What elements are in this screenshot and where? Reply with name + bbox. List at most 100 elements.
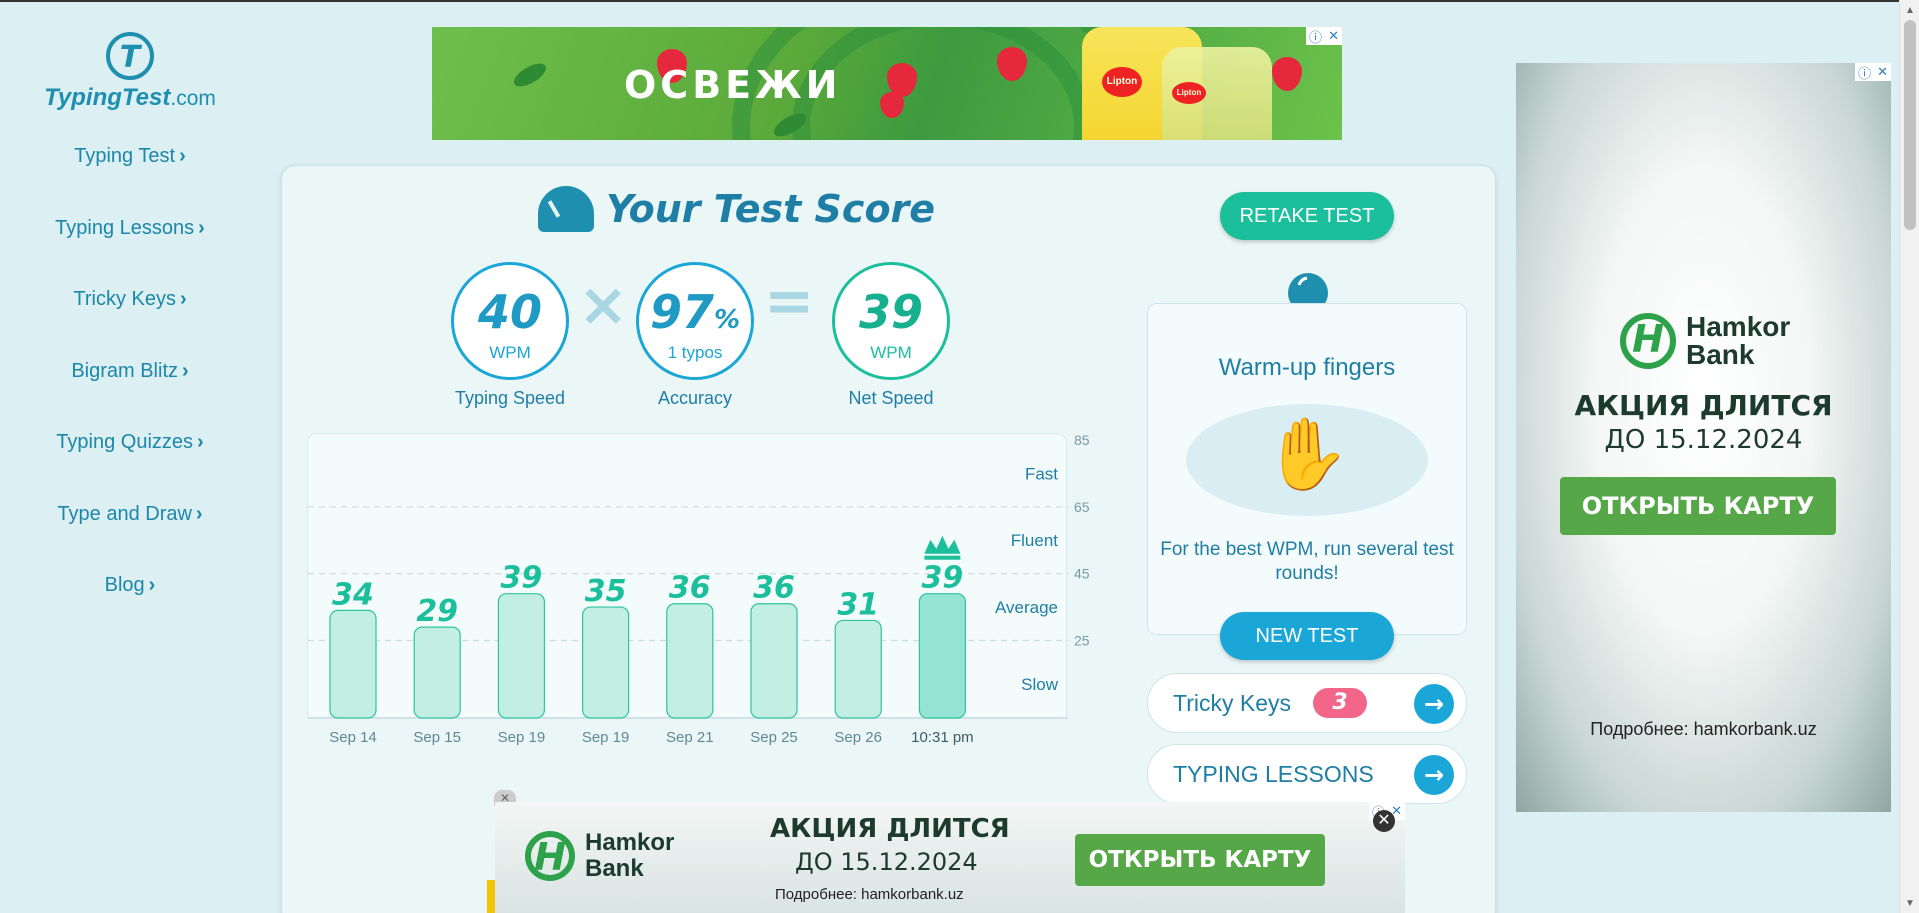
- retake-test-button[interactable]: RETAKE TEST: [1220, 192, 1394, 240]
- scroll-up-icon[interactable]: ▲: [1900, 2, 1919, 20]
- scroll-down-icon[interactable]: ▼: [1900, 895, 1919, 913]
- arrow-right-icon[interactable]: →: [1414, 755, 1454, 795]
- accuracy-label: Accuracy: [657, 388, 733, 408]
- ad-more-link[interactable]: Подробнее: hamkorbank.uz: [775, 886, 964, 903]
- bar-value-label: 29: [416, 594, 458, 629]
- nav-item-blog[interactable]: Blog ›: [20, 574, 240, 646]
- nav-item-typing-quizzes[interactable]: Typing Quizzes ›: [20, 431, 240, 503]
- strawberry-image: [1272, 57, 1302, 91]
- chevron-right-icon: ›: [198, 216, 205, 239]
- chevron-right-icon: ›: [195, 502, 203, 525]
- bar-value-label: 34: [332, 577, 374, 612]
- speedometer-icon: [538, 186, 594, 232]
- close-ad-icon[interactable]: ✕: [1373, 810, 1395, 832]
- logo-text: TypingTest.com: [44, 84, 216, 111]
- y-tick-label: 25: [1074, 632, 1090, 648]
- chart-bar: [666, 603, 714, 719]
- equals-icon: =: [764, 266, 815, 336]
- tip-text: For the best WPM, run several test round…: [1160, 539, 1454, 584]
- scrollbar-thumb[interactable]: [1904, 20, 1916, 230]
- logo-icon: T: [106, 32, 154, 80]
- chart-bar: [834, 619, 882, 719]
- ad-promo-date: ДО 15.12.2024: [1604, 425, 1803, 455]
- y-tick-label: 85: [1074, 434, 1090, 448]
- bar-value-label: 39: [501, 561, 543, 596]
- bar-value-label: 31: [837, 587, 879, 622]
- bank-logo-icon: [525, 831, 575, 881]
- zone-label: Fluent: [1011, 531, 1059, 550]
- sidebar-nav: Typing Test › Typing Lessons › Tricky Keys…: [20, 145, 240, 646]
- net-speed-label: Net Speed: [848, 388, 934, 408]
- tip-panel: Warm-up fingers ✋ For the best WPM, run …: [1147, 303, 1467, 635]
- chart-bar: [750, 603, 798, 719]
- chevron-right-icon: ›: [179, 288, 187, 310]
- bank-logo: HamkorBank: [525, 830, 674, 882]
- tricky-keys-link[interactable]: Tricky Keys 3 →: [1147, 673, 1467, 733]
- crown-base: [924, 555, 961, 560]
- ad-more-link[interactable]: Подробнее: hamkorbank.uz: [1516, 719, 1891, 740]
- typing-lessons-link[interactable]: TYPING LESSONS →: [1147, 744, 1467, 804]
- x-tick-label: Sep 25: [750, 729, 798, 746]
- x-tick-label: Sep 14: [329, 729, 377, 746]
- ad-banner-bottom[interactable]: HamkorBank АКЦИЯ ДЛИТСЯ ДО 15.12.2024 По…: [495, 802, 1405, 913]
- y-tick-label: 45: [1074, 566, 1090, 582]
- arrow-right-icon[interactable]: →: [1414, 684, 1454, 724]
- bar-value-label: 36: [669, 571, 711, 606]
- chart-bar: [918, 593, 967, 719]
- open-card-button[interactable]: ОТКРЫТЬ КАРТУ: [1560, 477, 1836, 535]
- ad-banner-right[interactable]: ⓘ✕ HamkorBank АКЦИЯ ДЛИТСЯ ДО 15.12.2024…: [1516, 63, 1891, 812]
- x-tick-label: Sep 21: [666, 729, 714, 746]
- ad-choices[interactable]: ⓘ✕: [1306, 27, 1342, 45]
- site-logo[interactable]: T TypingTest.com: [40, 32, 220, 112]
- zone-label: Slow: [1021, 675, 1059, 694]
- bank-logo-icon: [1620, 313, 1676, 369]
- bar-value-label: 39: [922, 561, 964, 596]
- zone-label: Fast: [1025, 464, 1058, 483]
- ad-headline: ОСВЕЖИ: [624, 63, 842, 107]
- bar-value-label: 35: [585, 574, 627, 609]
- y-tick-label: 65: [1074, 499, 1090, 515]
- ad-promo-date: ДО 15.12.2024: [795, 848, 978, 876]
- nav-item-typing-lessons[interactable]: Typing Lessons ›: [20, 217, 240, 289]
- wpm-history-chart: 25 45 65 85 Slow Average Fluent Fast 34 Sep 14 29 S…: [307, 433, 1090, 746]
- new-test-button[interactable]: NEW TEST: [1220, 612, 1394, 660]
- nav-item-type-and-draw[interactable]: Type and Draw ›: [20, 503, 240, 575]
- chart-bar: [497, 593, 545, 719]
- chevron-right-icon: ›: [179, 145, 186, 167]
- chart-bar: [329, 609, 377, 719]
- close-icon[interactable]: ✕: [1877, 64, 1888, 80]
- x-tick-label: Sep 15: [413, 729, 461, 746]
- x-tick-label: Sep 19: [582, 729, 630, 746]
- brand-logo: Lipton: [1172, 82, 1206, 104]
- leaf-image: [510, 59, 550, 91]
- tip-title: Warm-up fingers: [1218, 354, 1396, 381]
- open-card-button[interactable]: ОТКРЫТЬ КАРТУ: [1075, 834, 1325, 886]
- bank-logo: HamkorBank: [1620, 313, 1790, 369]
- tricky-keys-count-badge: 3: [1313, 688, 1367, 718]
- ad-promo-headline: АКЦИЯ ДЛИТСЯ: [770, 814, 1010, 844]
- multiply-icon: ×: [578, 270, 629, 340]
- ad-choices[interactable]: ⓘ✕: [1855, 63, 1891, 81]
- hand-sparkle-icon: ✋: [1186, 404, 1428, 516]
- nav-item-typing-test[interactable]: Typing Test ›: [20, 145, 240, 217]
- chevron-right-icon: ›: [197, 431, 204, 453]
- chevron-right-icon: ›: [148, 574, 156, 596]
- ad-promo-headline: АКЦИЯ ДЛИТСЯ: [1574, 389, 1833, 422]
- chart-bar: [413, 626, 461, 719]
- page-scrollbar[interactable]: ▲ ▼: [1899, 0, 1919, 913]
- accuracy-circle: 97% 1 typos: [636, 262, 754, 380]
- crown-icon: [924, 535, 961, 554]
- typing-speed-label: Typing Speed: [454, 388, 566, 408]
- nav-item-tricky-keys[interactable]: Tricky Keys ›: [20, 288, 240, 360]
- ad-banner-top[interactable]: ОСВЕЖИ Lipton Lipton ⓘ ✕: [432, 27, 1342, 140]
- bar-value-label: 36: [753, 571, 795, 606]
- brand-logo: Lipton: [1102, 67, 1142, 97]
- zone-label: Average: [995, 598, 1058, 617]
- info-icon[interactable]: ⓘ: [1309, 27, 1322, 46]
- x-tick-label: 10:31 pm: [911, 729, 974, 746]
- chart-svg: 25 45 65 85 Slow Average Fluent Fast 34 Sep 14 29 S…: [308, 434, 1090, 746]
- nav-item-bigram-blitz[interactable]: Bigram Blitz ›: [20, 360, 240, 432]
- info-icon[interactable]: ⓘ: [1858, 63, 1871, 82]
- chart-bar: [582, 606, 630, 719]
- close-icon[interactable]: ✕: [1328, 28, 1339, 44]
